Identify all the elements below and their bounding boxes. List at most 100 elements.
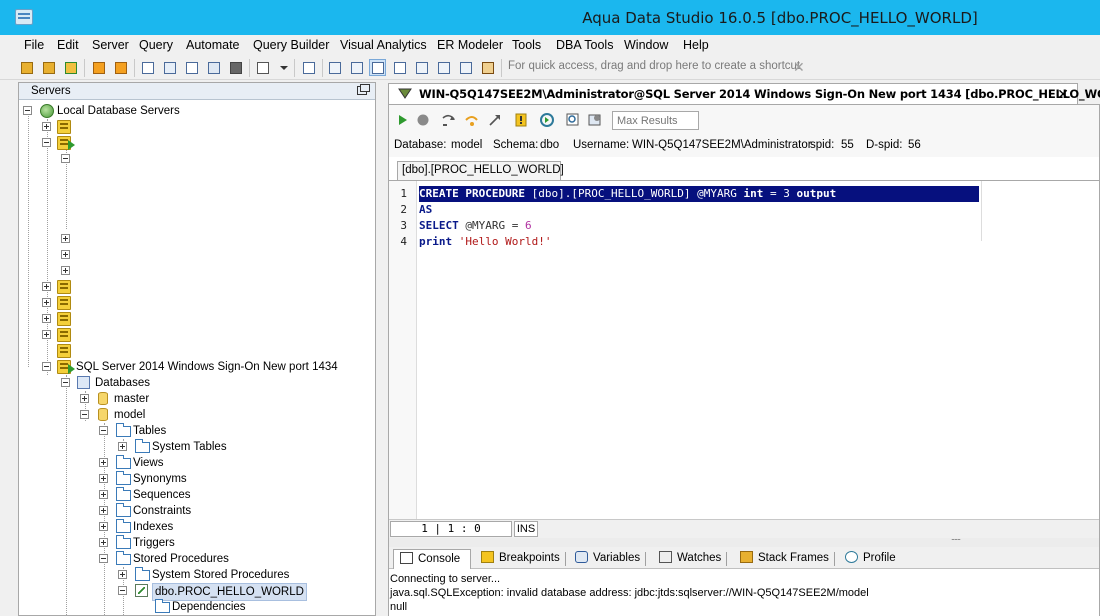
find-icon[interactable] (565, 112, 581, 128)
menu-window[interactable]: Window (624, 38, 668, 52)
refresh-icon[interactable] (539, 112, 555, 128)
layout-rows-icon[interactable] (457, 59, 474, 76)
connection-tab[interactable]: WIN-Q5Q147SEE2M\Administrator@SQL Server… (388, 83, 1100, 104)
step-over-icon[interactable] (441, 112, 457, 128)
tab-breakpoints[interactable]: Breakpoints (481, 549, 566, 569)
document-icon[interactable] (254, 59, 271, 76)
tree-db-master[interactable]: master (19, 391, 219, 407)
server-properties-icon[interactable] (62, 59, 79, 76)
sql-editor[interactable]: 1 2 3 4 CREATE PROCEDURE [dbo].[PROC_HEL… (389, 180, 1099, 520)
tree-server-node[interactable] (19, 119, 79, 135)
tab-variables[interactable]: Variables (575, 549, 647, 569)
print-icon[interactable] (227, 59, 244, 76)
query-window-icon[interactable] (139, 59, 156, 76)
tree-server-node[interactable] (19, 279, 79, 295)
cursor-position: 1 | 1 : 0 (390, 521, 512, 537)
tree-server-node[interactable] (19, 135, 79, 151)
tree-system-stored-procedures[interactable]: System Stored Procedures (19, 567, 319, 583)
step-out-icon[interactable] (487, 112, 503, 128)
tree-node[interactable] (19, 247, 79, 263)
close-tab-icon[interactable]: ✕ (1057, 86, 1069, 103)
system-tables-label: System Tables (152, 441, 227, 453)
tree-system-tables[interactable]: System Tables (19, 439, 269, 455)
tree-node[interactable] (19, 151, 79, 167)
close-hint-icon[interactable]: ✕ (793, 59, 805, 76)
stop-icon[interactable] (415, 112, 431, 128)
tree-server-node[interactable] (19, 327, 79, 343)
tree-databases[interactable]: Databases (19, 375, 219, 391)
tab-console[interactable]: Console (393, 549, 471, 569)
tree-sql-server-2014[interactable]: SQL Server 2014 Windows Sign-On New port… (19, 359, 369, 375)
schema-script-icon[interactable] (205, 59, 222, 76)
connection-info-bar: Database: model Schema: dbo Username: WI… (389, 135, 1099, 157)
menu-server[interactable]: Server (92, 38, 129, 52)
db-model-label: model (114, 409, 146, 421)
database-icon (98, 392, 108, 405)
max-results-input[interactable] (612, 111, 699, 130)
menu-automate[interactable]: Automate (186, 38, 240, 52)
layout-tabbed-icon[interactable] (369, 59, 386, 76)
tree-server-node[interactable] (19, 295, 79, 311)
tree-indexes[interactable]: Indexes (19, 519, 269, 535)
layout-grid-icon[interactable] (326, 59, 343, 76)
query-window: Database: model Schema: dbo Username: WI… (388, 104, 1100, 616)
layout-tile-icon[interactable] (413, 59, 430, 76)
chart-icon[interactable] (479, 59, 496, 76)
tab-watches[interactable]: Watches (659, 549, 728, 569)
new-server-icon[interactable] (18, 59, 35, 76)
compare-icon[interactable] (300, 59, 317, 76)
options-icon[interactable] (587, 112, 603, 128)
tree-server-node[interactable] (19, 311, 79, 327)
tree-local-database-servers[interactable]: Local Database Servers (19, 103, 369, 119)
procedure-editor-tab[interactable]: [dbo].[PROC_HELLO_WORLD] (397, 161, 564, 180)
tree-triggers[interactable]: Triggers (19, 535, 269, 551)
step-into-icon[interactable] (464, 112, 480, 128)
tree-proc-hello-world[interactable]: dbo.PROC_HELLO_WORLD (19, 583, 319, 601)
dropdown-arrow-icon[interactable] (276, 59, 293, 76)
tree-stored-procedures[interactable]: Stored Procedures (19, 551, 269, 567)
console-output[interactable]: Connecting to server... java.sql.SQLExce… (389, 570, 1099, 616)
menu-file[interactable]: File (24, 38, 44, 52)
tree-constraints[interactable]: Constraints (19, 503, 269, 519)
disconnect-icon[interactable] (112, 59, 129, 76)
menu-visual-analytics[interactable]: Visual Analytics (340, 38, 427, 52)
menu-tools[interactable]: Tools (512, 38, 541, 52)
query-analyzer-icon[interactable] (161, 59, 178, 76)
tab-profile[interactable]: Profile (845, 549, 896, 569)
tree-tables[interactable]: Tables (19, 423, 269, 439)
tree-synonyms[interactable]: Synonyms (19, 471, 269, 487)
layout-split-icon[interactable] (348, 59, 365, 76)
menu-edit[interactable]: Edit (57, 38, 79, 52)
query-toolbar (389, 105, 1099, 135)
menu-query[interactable]: Query (139, 38, 173, 52)
breakpoint-warning-icon[interactable] (513, 112, 529, 128)
tree-node[interactable] (19, 263, 79, 279)
tree-node[interactable] (19, 231, 79, 247)
servers-globe-icon (40, 104, 54, 118)
restore-panel-icon[interactable] (357, 84, 370, 95)
tree-sequences[interactable]: Sequences (19, 487, 269, 503)
tab-stack-frames[interactable]: Stack Frames (740, 549, 835, 569)
layout-table-icon[interactable] (391, 59, 408, 76)
tables-label: Tables (133, 425, 167, 437)
spid-value: 55 (841, 139, 854, 151)
tree-dependencies[interactable]: Dependencies (19, 599, 319, 615)
console-line: Connecting to server... (390, 573, 501, 585)
tree-views[interactable]: Views (19, 455, 269, 471)
connect-icon[interactable] (90, 59, 107, 76)
tree-db-model[interactable]: model (19, 407, 219, 423)
variables-icon (575, 551, 588, 563)
folder-icon (155, 599, 170, 613)
panel-splitter[interactable] (389, 532, 1099, 547)
edit-server-icon[interactable] (40, 59, 57, 76)
bottom-tab-bar: Console Breakpoints Variables Watches St… (389, 547, 1099, 569)
menu-query-builder[interactable]: Query Builder (253, 38, 329, 52)
insert-mode[interactable]: INS (514, 521, 538, 537)
layout-list-icon[interactable] (435, 59, 452, 76)
execute-icon[interactable] (395, 112, 411, 128)
tree-server-node[interactable] (19, 343, 79, 359)
menu-help[interactable]: Help (683, 38, 709, 52)
menu-er-modeler[interactable]: ER Modeler (437, 38, 503, 52)
query-builder-icon[interactable] (183, 59, 200, 76)
menu-dba-tools[interactable]: DBA Tools (556, 38, 613, 52)
